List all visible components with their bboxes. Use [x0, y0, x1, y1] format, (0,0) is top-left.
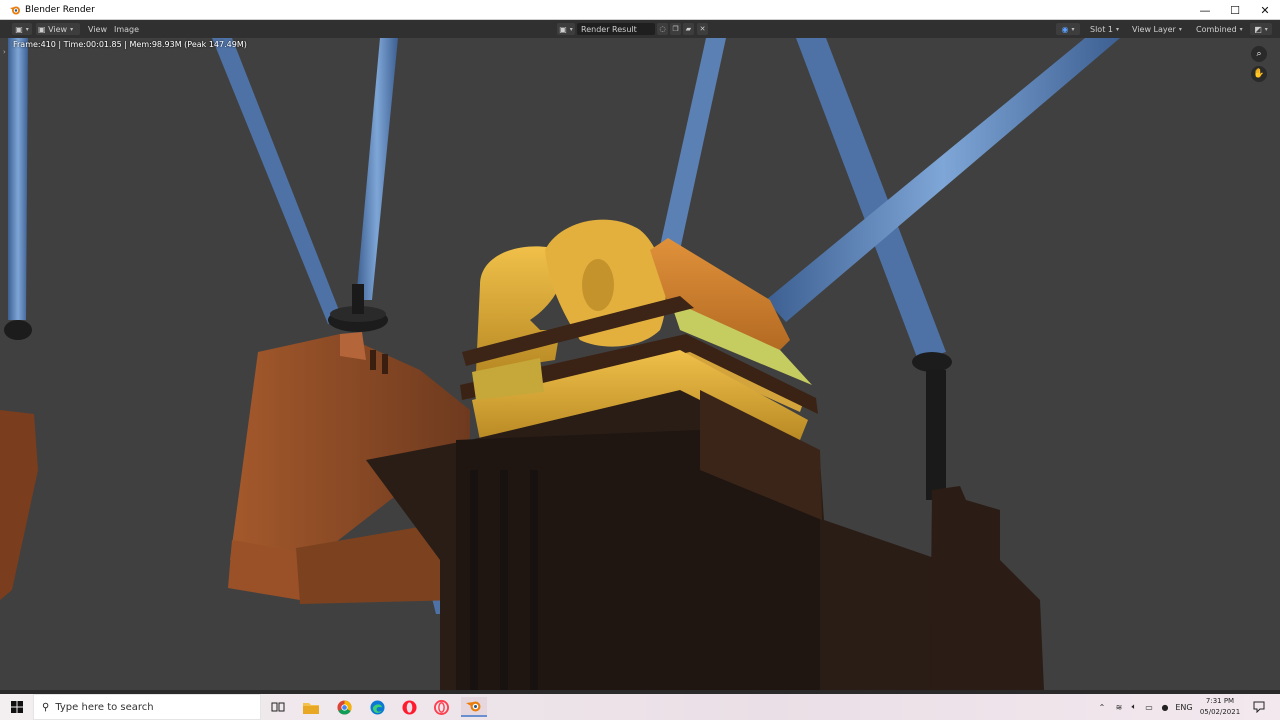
- clock-time: 7:31 PM: [1205, 697, 1235, 705]
- editor-type-dropdown[interactable]: ▣ ▾: [12, 23, 32, 35]
- minimize-button[interactable]: —: [1190, 0, 1220, 20]
- task-view-icon[interactable]: [265, 697, 291, 717]
- view-layer-label: View Layer: [1132, 24, 1176, 34]
- view-mode-label: View: [48, 24, 68, 34]
- opera-gx-icon[interactable]: [428, 697, 454, 717]
- slot-dropdown[interactable]: Slot 1 ▾: [1088, 23, 1128, 35]
- search-icon: ⚲: [42, 701, 50, 713]
- display-channels-dropdown[interactable]: ◉ ▾: [1056, 23, 1080, 35]
- start-button[interactable]: [0, 694, 33, 720]
- windows-logo-icon: [10, 701, 23, 713]
- wifi-icon[interactable]: ≋: [1112, 694, 1126, 720]
- render-image: [0, 38, 1120, 690]
- file-explorer-icon[interactable]: [298, 697, 324, 717]
- browse-image-dropdown[interactable]: ▣ ▾: [557, 23, 575, 35]
- render-pass-label: Combined: [1196, 24, 1237, 34]
- sidebar-toggle-dropdown[interactable]: ◩ ▾: [1250, 23, 1272, 35]
- windows-taskbar: ⚲ Type here to search ⌃ ≋ 🔈︎ ▭ ● ENG 7:3…: [0, 694, 1280, 720]
- opera-icon[interactable]: [396, 697, 422, 717]
- volume-icon[interactable]: 🔈︎: [1127, 694, 1141, 720]
- render-result-view[interactable]: › Frame:410 | Time:00:01.85 | Mem:98.93M…: [0, 38, 1280, 690]
- right-tower: [930, 486, 1040, 690]
- menu-view[interactable]: View: [88, 23, 107, 35]
- render-pass-dropdown[interactable]: Combined ▾: [1194, 23, 1246, 35]
- blender-logo-icon: [10, 6, 20, 14]
- new-image-icon[interactable]: ❐: [670, 23, 681, 35]
- chrome-icon[interactable]: [331, 697, 357, 717]
- image-editor-icon: ▣: [15, 24, 23, 34]
- maximize-button[interactable]: ☐: [1220, 0, 1250, 20]
- expand-toolbar-arrow[interactable]: ›: [3, 48, 6, 56]
- view-mode-icon: ▣: [38, 24, 46, 34]
- microphone-icon[interactable]: ●: [1158, 694, 1172, 720]
- clock-date: 05/02/2021: [1199, 708, 1241, 716]
- view-layer-dropdown[interactable]: View Layer ▾: [1130, 23, 1192, 35]
- taskbar-clock[interactable]: 7:31 PM 05/02/2021: [1196, 696, 1244, 718]
- image-icon: ▣: [559, 24, 567, 34]
- pan-hand-icon[interactable]: ✋: [1251, 66, 1267, 82]
- image-editor-header: ▣ ▾ ▣ View ▾ View Image ▣ ▾ Render Result ◌…: [0, 20, 1280, 38]
- unlink-close-icon[interactable]: ✕: [697, 23, 708, 35]
- edge-icon[interactable]: [364, 697, 390, 717]
- open-folder-icon[interactable]: ▰: [683, 23, 694, 35]
- battery-icon[interactable]: ▭: [1142, 694, 1156, 720]
- view-mode-dropdown[interactable]: ▣ View ▾: [36, 23, 80, 35]
- show-hidden-icons-chevron-icon[interactable]: ⌃: [1096, 694, 1108, 720]
- blender-taskbar-icon[interactable]: [461, 697, 487, 717]
- close-button[interactable]: ✕: [1250, 0, 1280, 20]
- slot-label: Slot 1: [1090, 24, 1113, 34]
- window-title: Blender Render: [25, 4, 95, 15]
- window-titlebar: Blender Render — ☐ ✕: [0, 0, 1280, 20]
- zoom-icon[interactable]: ⌕: [1251, 46, 1267, 62]
- render-stats: Frame:410 | Time:00:01.85 | Mem:98.93M (…: [13, 40, 247, 49]
- taskbar-search-box[interactable]: ⚲ Type here to search: [33, 694, 261, 720]
- image-name-field[interactable]: Render Result: [577, 23, 655, 35]
- display-channels-icon: ◉: [1061, 24, 1069, 34]
- scopes-icon: ◩: [1254, 24, 1262, 34]
- menu-image[interactable]: Image: [114, 23, 139, 35]
- fake-user-shield-icon[interactable]: ◌: [657, 23, 668, 35]
- search-placeholder: Type here to search: [55, 701, 154, 713]
- notification-center-icon[interactable]: [1250, 698, 1268, 716]
- language-indicator[interactable]: ENG: [1174, 694, 1194, 720]
- left-edge-tower: [0, 410, 38, 600]
